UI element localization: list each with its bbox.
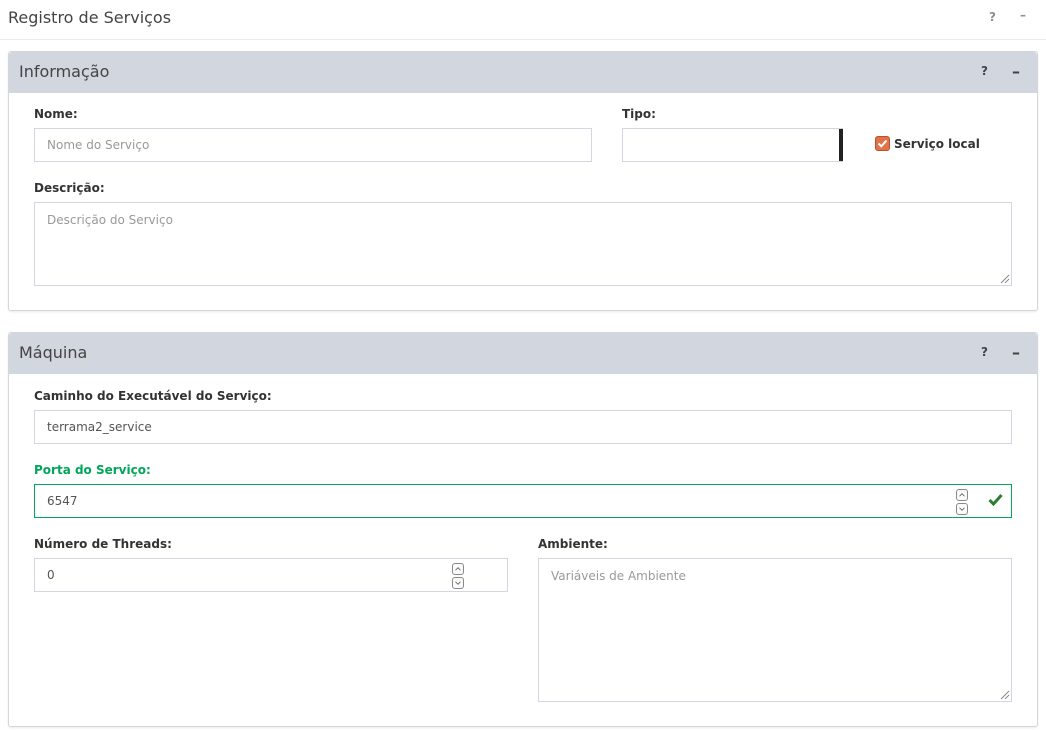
checkmark-icon xyxy=(988,494,1003,506)
exec-path-label: Caminho do Executável do Serviço: xyxy=(34,389,272,403)
threads-stepper[interactable] xyxy=(452,563,464,591)
checkbox-checked-icon xyxy=(875,136,890,151)
port-stepper[interactable] xyxy=(956,489,968,517)
environment-textarea[interactable] xyxy=(538,558,1012,702)
type-select[interactable] xyxy=(622,128,843,162)
page-help-button[interactable]: ? xyxy=(989,10,996,24)
info-panel: Informação ? – Nome: Tipo: Serviço local… xyxy=(8,51,1038,311)
threads-input[interactable] xyxy=(34,558,508,592)
stepper-up-icon[interactable] xyxy=(452,563,464,575)
info-help-button[interactable]: ? xyxy=(981,64,988,78)
exec-path-input[interactable] xyxy=(34,410,1012,444)
local-service-checkbox[interactable]: Serviço local xyxy=(875,136,980,151)
info-panel-title: Informação xyxy=(19,62,110,81)
service-name-input[interactable] xyxy=(34,128,592,162)
port-input[interactable] xyxy=(34,484,1012,518)
description-textarea[interactable] xyxy=(34,202,1012,286)
local-service-label: Serviço local xyxy=(894,136,980,151)
threads-label: Número de Threads: xyxy=(34,537,172,551)
page-title: Registro de Serviços xyxy=(8,8,172,27)
info-panel-header: Informação ? – xyxy=(9,52,1037,93)
page-collapse-button[interactable]: – xyxy=(1020,8,1026,22)
environment-label: Ambiente: xyxy=(538,537,608,551)
stepper-down-icon[interactable] xyxy=(956,503,968,515)
chevron-down-icon xyxy=(839,129,843,161)
machine-help-button[interactable]: ? xyxy=(981,345,988,359)
stepper-up-icon[interactable] xyxy=(956,489,968,501)
resize-handle-icon[interactable] xyxy=(998,272,1010,284)
name-label: Nome: xyxy=(34,107,78,121)
info-collapse-button[interactable]: – xyxy=(1012,62,1020,81)
machine-collapse-button[interactable]: – xyxy=(1012,343,1020,362)
machine-panel: Máquina ? – Caminho do Executável do Ser… xyxy=(8,332,1038,727)
resize-handle-icon[interactable] xyxy=(998,688,1010,700)
machine-panel-header: Máquina ? – xyxy=(9,333,1037,374)
machine-panel-title: Máquina xyxy=(19,343,88,362)
description-label: Descrição: xyxy=(34,181,105,195)
type-label: Tipo: xyxy=(622,107,656,121)
port-label: Porta do Serviço: xyxy=(34,463,151,477)
stepper-down-icon[interactable] xyxy=(452,577,464,589)
page-header: Registro de Serviços ? – xyxy=(0,0,1046,40)
